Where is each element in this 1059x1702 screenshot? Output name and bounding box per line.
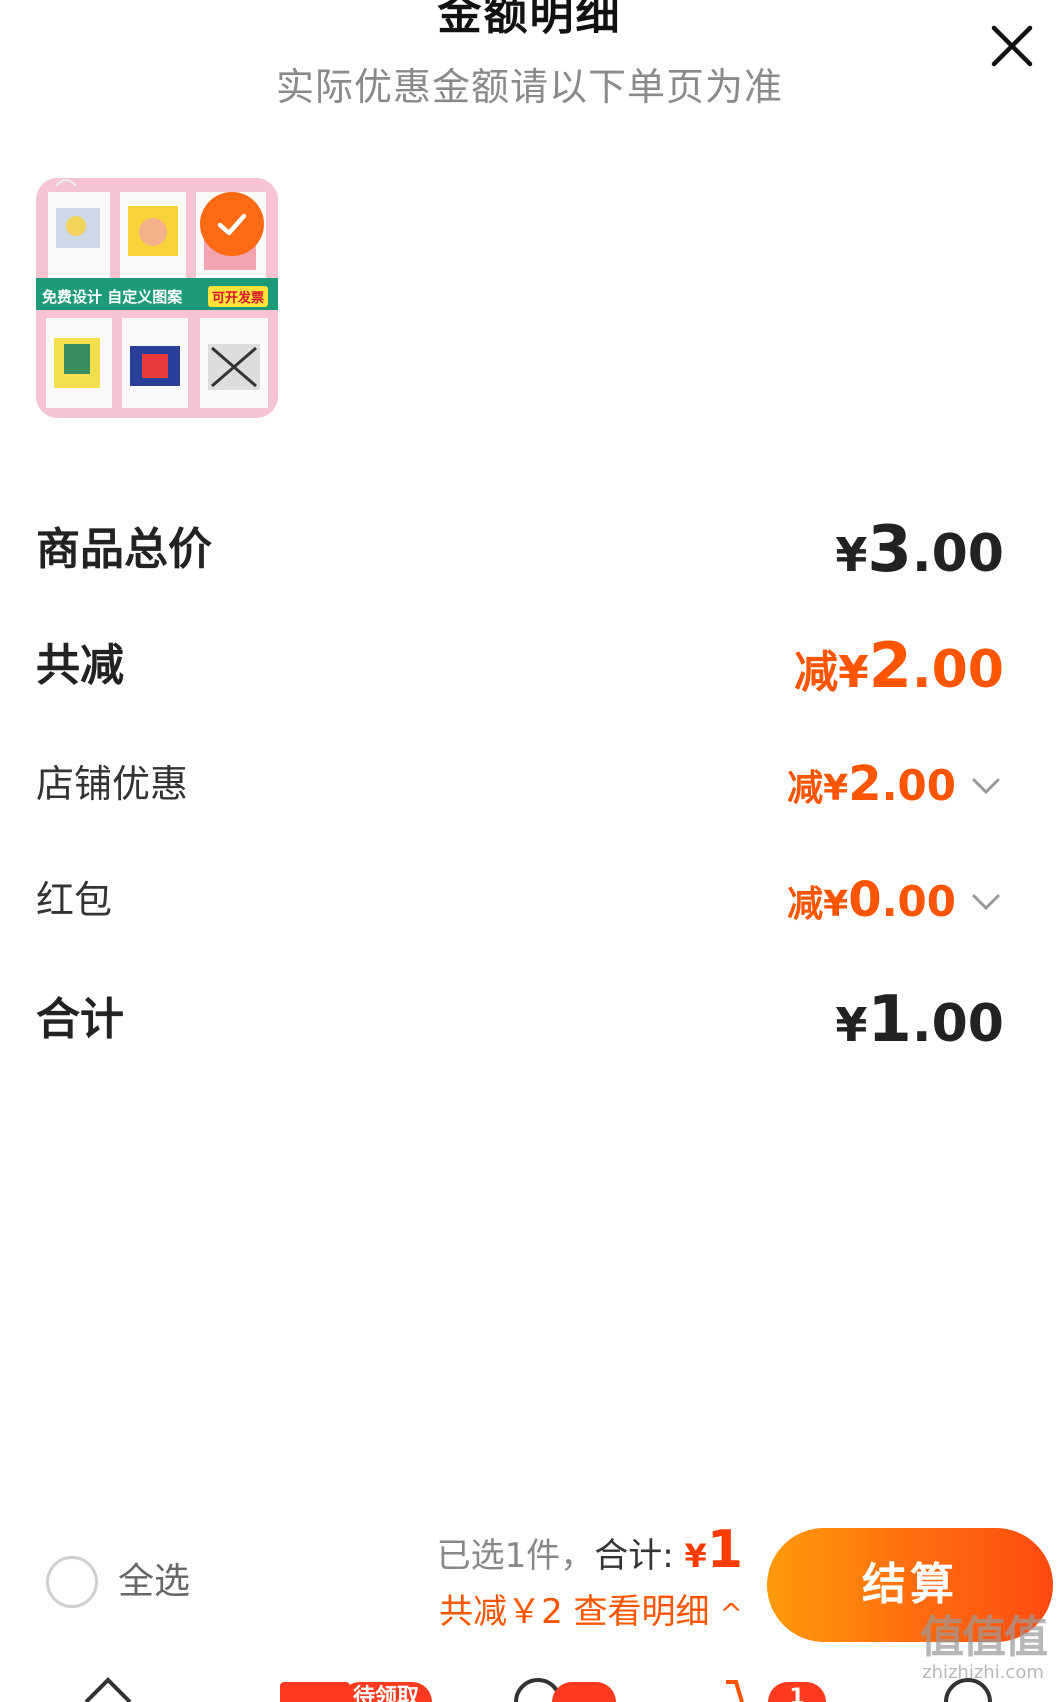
red-packet-row[interactable]: 红包 减¥0.00 — [36, 860, 1004, 940]
bottom-tabbar: 待领取 1 — [0, 1672, 1059, 1702]
shop-discount-row[interactable]: 店铺优惠 减¥2.00 — [36, 744, 1004, 824]
tab-cart[interactable]: 1 — [720, 1672, 830, 1702]
order-total-amount: ¥1.00 — [835, 980, 1004, 1076]
cart-badge: 1 — [768, 1682, 826, 1702]
summary-total-value: 1 — [706, 1520, 743, 1580]
shop-discount-amount: 减¥2.00 — [787, 744, 956, 835]
selected-count: 已选1件， — [436, 1536, 595, 1576]
chevron-down-icon[interactable] — [968, 884, 1004, 920]
order-total-int: 1 — [867, 983, 912, 1057]
goods-total-dec: .00 — [911, 524, 1004, 584]
red-packet-dec: .00 — [881, 877, 956, 926]
goods-total-amount: ¥3.00 — [835, 510, 1004, 606]
total-discount-dec: .00 — [911, 640, 1004, 700]
watermark-logo-text: 值值值 — [920, 1612, 1048, 1663]
goods-total-row: 商品总价 ¥3.00 — [36, 510, 1004, 590]
total-discount-int: 2 — [868, 629, 912, 702]
close-button[interactable] — [984, 18, 1040, 74]
checkout-bar: 全选 已选1件，合计: ¥1 共减￥2 查看明细 ^ 结算 — [0, 1512, 1059, 1662]
shop-discount-dec: .00 — [881, 761, 956, 810]
goods-total-label: 商品总价 — [36, 524, 212, 575]
view-discount-detail-link[interactable]: 共减￥2 查看明细 ^ — [439, 1590, 743, 1636]
total-discount-row: 共减 减¥2.00 — [36, 626, 1004, 706]
red-packet-label: 红包 — [36, 878, 113, 922]
order-total-yen: ¥ — [835, 998, 868, 1052]
order-total-row: 合计 ¥1.00 — [36, 980, 1004, 1060]
watermark-url: zhizhizhi.com — [922, 1662, 1044, 1683]
selected-check-badge[interactable] — [200, 192, 264, 256]
summary-total-label: 合计: — [594, 1536, 685, 1576]
discount-detail-text: 共减￥2 查看明细 — [439, 1592, 710, 1632]
checkmark-icon — [217, 213, 247, 236]
order-total-dec: .00 — [911, 994, 1004, 1054]
watermark: 值值值 zhizhizhi.com — [908, 1614, 1058, 1702]
sheet-subtitle: 实际优惠金额请以下单页为准 — [275, 65, 783, 109]
red-packet-prefix: 减¥ — [787, 884, 849, 925]
select-all-label[interactable]: 全选 — [118, 1556, 190, 1608]
goods-total-int: 3 — [867, 513, 912, 587]
invoice-badge: 可开发票 — [208, 286, 269, 307]
red-packet-int: 0 — [848, 872, 882, 928]
close-icon — [991, 25, 1033, 67]
total-discount-prefix: 减¥ — [794, 647, 869, 698]
goods-total-yen: ¥ — [835, 528, 868, 582]
message-badge — [552, 1682, 616, 1702]
chevron-up-icon: ^ — [719, 1597, 743, 1630]
total-discount-amount: 减¥2.00 — [794, 626, 1004, 722]
tab-coupon[interactable]: 待领取 — [280, 1672, 432, 1702]
shop-discount-int: 2 — [848, 756, 882, 812]
tab-messages[interactable] — [508, 1672, 618, 1702]
sheet-title: 金额明细 — [437, 0, 622, 40]
summary-total-yen: ¥ — [684, 1537, 707, 1575]
red-packet-amount: 减¥0.00 — [787, 860, 956, 951]
product-banner-text: 免费设计 自定义图案 — [42, 288, 183, 306]
sheet-header: 金额明细 实际优惠金额请以下单页为准 — [0, 0, 1059, 120]
coupon-pill: 待领取 — [340, 1682, 432, 1702]
select-all-radio[interactable] — [46, 1556, 98, 1608]
shop-discount-label: 店铺优惠 — [36, 762, 189, 806]
chevron-down-icon[interactable] — [968, 768, 1004, 804]
selection-summary: 已选1件，合计: ¥1 — [437, 1520, 743, 1592]
shop-discount-prefix: 减¥ — [787, 768, 849, 809]
home-icon[interactable] — [78, 1672, 138, 1702]
total-discount-label: 共减 — [36, 640, 124, 691]
order-total-label: 合计 — [36, 994, 124, 1045]
